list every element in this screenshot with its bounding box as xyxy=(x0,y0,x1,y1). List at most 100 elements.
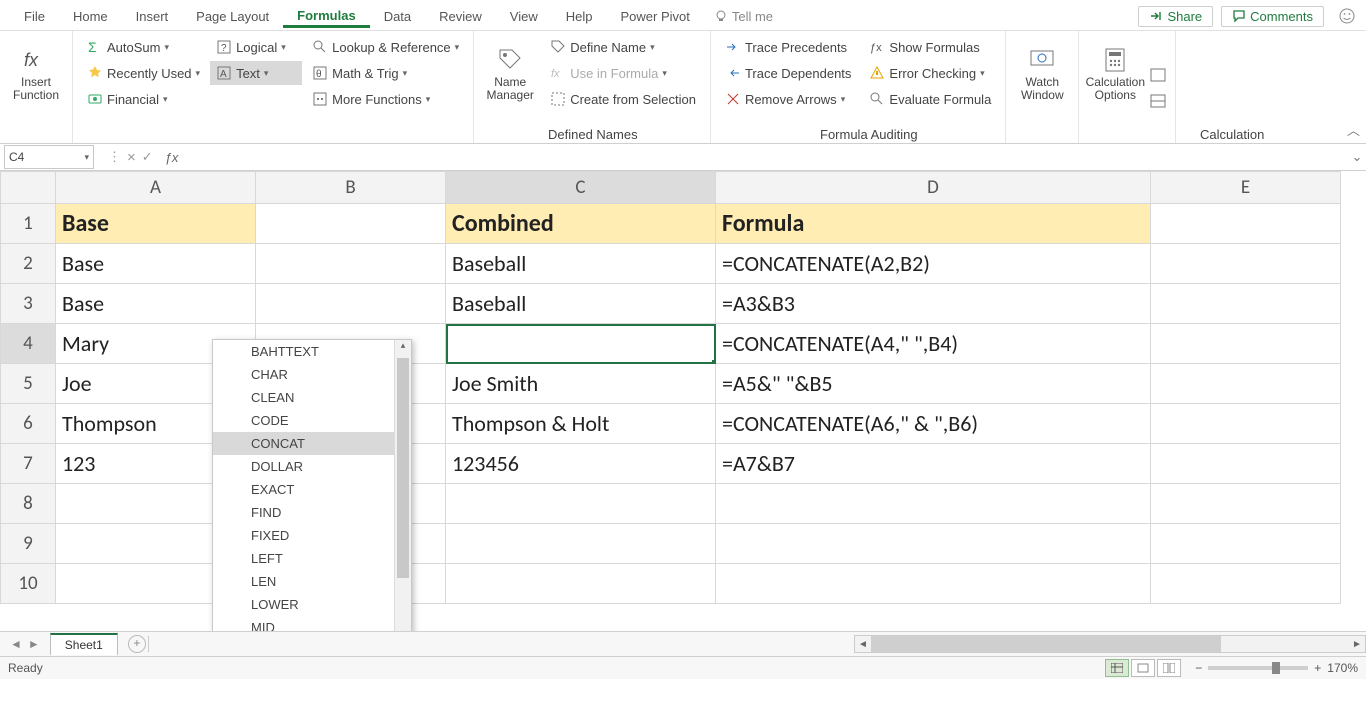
scroll-right-arrow[interactable]: ► xyxy=(1349,639,1365,650)
tab-review[interactable]: Review xyxy=(425,5,496,28)
tab-home[interactable]: Home xyxy=(59,5,122,28)
cell-E3[interactable] xyxy=(1151,284,1341,324)
collapse-ribbon-button[interactable]: ︿ xyxy=(1347,120,1360,139)
financial-button[interactable]: Financial▾ xyxy=(81,87,206,111)
tab-data[interactable]: Data xyxy=(370,5,425,28)
cell-E8[interactable] xyxy=(1151,484,1341,524)
feedback-smiley-icon[interactable] xyxy=(1338,7,1356,25)
horizontal-scrollbar[interactable]: ◄ ► xyxy=(854,635,1366,653)
cell-C10[interactable] xyxy=(446,564,716,604)
cell-B1[interactable] xyxy=(256,204,446,244)
more-functions-button[interactable]: More Functions▾ xyxy=(306,87,465,111)
insert-function-button[interactable]: fx Insert Function xyxy=(8,35,64,113)
tab-powerpivot[interactable]: Power Pivot xyxy=(606,5,703,28)
sheet-nav-prev[interactable]: ◄ xyxy=(10,637,22,651)
row-header-1[interactable]: 1 xyxy=(1,204,56,244)
zoom-slider[interactable] xyxy=(1208,666,1308,670)
enter-check-icon[interactable]: ✓ xyxy=(142,149,153,165)
remove-arrows-button[interactable]: Remove Arrows▾ xyxy=(719,87,857,111)
tell-me[interactable]: Tell me xyxy=(714,9,773,24)
row-header-6[interactable]: 6 xyxy=(1,404,56,444)
scroll-thumb[interactable] xyxy=(397,358,409,578)
cell-E1[interactable] xyxy=(1151,204,1341,244)
cell-D2[interactable]: =CONCATENATE(A2,B2) xyxy=(716,244,1151,284)
view-page-layout-button[interactable] xyxy=(1131,659,1155,677)
cell-D8[interactable] xyxy=(716,484,1151,524)
calculation-options-button[interactable]: Calculation Options xyxy=(1087,35,1143,113)
cell-B3[interactable] xyxy=(256,284,446,324)
col-header-B[interactable]: B xyxy=(256,172,446,204)
cell-C3[interactable]: Baseball xyxy=(446,284,716,324)
text-functions-button[interactable]: A Text▾ xyxy=(210,61,302,85)
cancel-icon[interactable]: × xyxy=(127,149,136,166)
row-header-8[interactable]: 8 xyxy=(1,484,56,524)
cell-C6[interactable]: Thompson & Holt xyxy=(446,404,716,444)
cell-C1[interactable]: Combined xyxy=(446,204,716,244)
menu-item-code[interactable]: CODE xyxy=(213,409,411,432)
menu-item-find[interactable]: FIND xyxy=(213,501,411,524)
row-header-7[interactable]: 7 xyxy=(1,444,56,484)
fx-icon[interactable]: ƒx xyxy=(165,150,179,165)
row-header-3[interactable]: 3 xyxy=(1,284,56,324)
row-header-2[interactable]: 2 xyxy=(1,244,56,284)
evaluate-formula-button[interactable]: Evaluate Formula xyxy=(863,87,997,111)
error-checking-button[interactable]: Error Checking▾ xyxy=(863,61,997,85)
autosum-button[interactable]: Σ AutoSum▾ xyxy=(81,35,206,59)
dropdown-split-icon[interactable]: ⋮ xyxy=(108,149,121,165)
cell-A2[interactable]: Base xyxy=(56,244,256,284)
menu-item-fixed[interactable]: FIXED xyxy=(213,524,411,547)
scroll-up-arrow[interactable]: ▴ xyxy=(395,340,411,354)
zoom-out-button[interactable]: − xyxy=(1195,661,1202,675)
share-button[interactable]: Share xyxy=(1138,6,1213,27)
zoom-in-button[interactable]: + xyxy=(1314,661,1321,675)
cell-C9[interactable] xyxy=(446,524,716,564)
comments-button[interactable]: Comments xyxy=(1221,6,1324,27)
show-formulas-button[interactable]: ƒx Show Formulas xyxy=(863,35,997,59)
sheet-tab-sheet1[interactable]: Sheet1 xyxy=(50,633,118,655)
row-header-4[interactable]: 4 xyxy=(1,324,56,364)
tab-file[interactable]: File xyxy=(10,5,59,28)
cell-E10[interactable] xyxy=(1151,564,1341,604)
row-header-9[interactable]: 9 xyxy=(1,524,56,564)
hscroll-thumb[interactable] xyxy=(871,636,1221,652)
cell-C2[interactable]: Baseball xyxy=(446,244,716,284)
cell-C7[interactable]: 123456 xyxy=(446,444,716,484)
menu-item-lower[interactable]: LOWER xyxy=(213,593,411,616)
recently-used-button[interactable]: Recently Used▾ xyxy=(81,61,206,85)
view-normal-button[interactable] xyxy=(1105,659,1129,677)
menu-item-len[interactable]: LEN xyxy=(213,570,411,593)
scroll-left-arrow[interactable]: ◄ xyxy=(855,639,871,650)
cell-D5[interactable]: =A5&" "&B5 xyxy=(716,364,1151,404)
calc-sheet-icon[interactable] xyxy=(1149,93,1167,109)
cell-E2[interactable] xyxy=(1151,244,1341,284)
menu-item-bahttext[interactable]: BAHTTEXT xyxy=(213,340,411,363)
cell-E7[interactable] xyxy=(1151,444,1341,484)
cell-D3[interactable]: =A3&B3 xyxy=(716,284,1151,324)
cell-D1[interactable]: Formula xyxy=(716,204,1151,244)
cell-B2[interactable] xyxy=(256,244,446,284)
formula-input[interactable] xyxy=(184,145,1348,169)
math-trig-button[interactable]: θ Math & Trig▾ xyxy=(306,61,465,85)
cell-E9[interactable] xyxy=(1151,524,1341,564)
row-header-5[interactable]: 5 xyxy=(1,364,56,404)
view-page-break-button[interactable] xyxy=(1157,659,1181,677)
tab-view[interactable]: View xyxy=(496,5,552,28)
menu-item-concat[interactable]: CONCAT xyxy=(213,432,411,455)
worksheet-grid[interactable]: ABCDE1BaseCombinedFormula2BaseBaseball=C… xyxy=(0,171,1366,631)
tab-pagelayout[interactable]: Page Layout xyxy=(182,5,283,28)
cell-D4[interactable]: =CONCATENATE(A4," ",B4) xyxy=(716,324,1151,364)
calc-now-icon[interactable] xyxy=(1149,67,1167,83)
col-header-D[interactable]: D xyxy=(716,172,1151,204)
name-box[interactable]: C4▾ xyxy=(4,145,94,169)
create-from-selection-button[interactable]: Create from Selection xyxy=(544,87,702,111)
menu-item-left[interactable]: LEFT xyxy=(213,547,411,570)
menu-scrollbar[interactable]: ▴ ▾ xyxy=(394,340,411,631)
cell-D7[interactable]: =A7&B7 xyxy=(716,444,1151,484)
row-header-10[interactable]: 10 xyxy=(1,564,56,604)
cell-D6[interactable]: =CONCATENATE(A6," & ",B6) xyxy=(716,404,1151,444)
menu-item-char[interactable]: CHAR xyxy=(213,363,411,386)
trace-dependents-button[interactable]: Trace Dependents xyxy=(719,61,857,85)
cell-D9[interactable] xyxy=(716,524,1151,564)
cell-C4[interactable] xyxy=(446,324,716,364)
name-manager-button[interactable]: Name Manager xyxy=(482,35,538,113)
